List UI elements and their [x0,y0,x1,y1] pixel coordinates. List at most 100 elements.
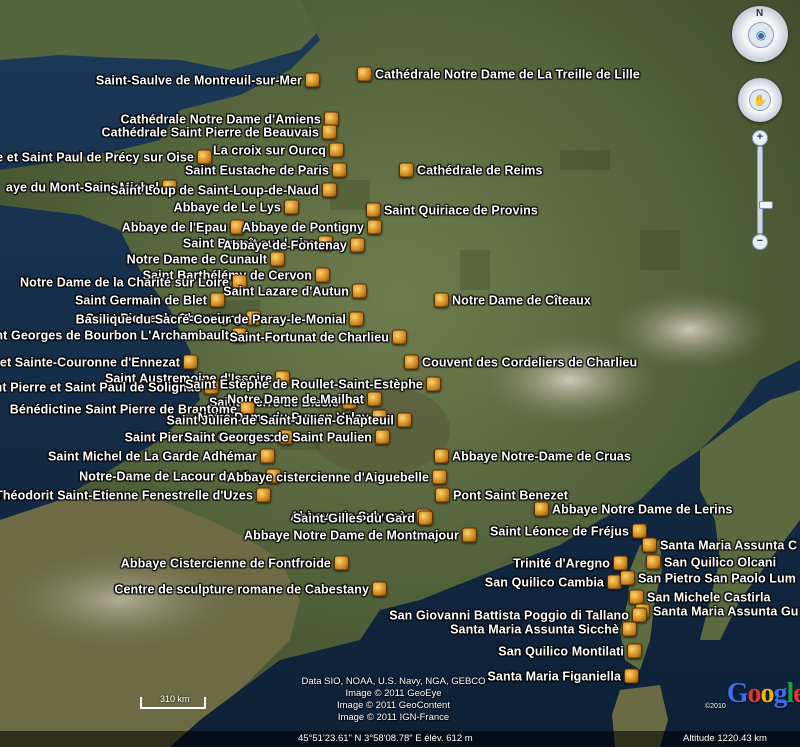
placemark[interactable]: Abbaye Notre Dame de Montmajour [241,527,477,543]
placemark[interactable]: San Quilico Montilati [495,643,642,659]
placemark-label[interactable]: Trinité d'Aregno [513,556,610,570]
placemark-icon[interactable] [322,182,337,198]
placemark-label[interactable]: San Quilico Cambia [485,575,604,589]
placemark-icon[interactable] [329,142,344,158]
placemark-icon[interactable] [357,66,372,82]
placemark-icon[interactable] [260,448,275,464]
zoom-out-button[interactable]: − [752,234,768,250]
zoom-slider[interactable]: + − [752,130,773,250]
placemark[interactable]: Saint Léonce de Fréjus [487,523,647,539]
placemark[interactable]: San Giovanni Battista Poggio di Tallano [386,607,647,623]
placemark-label[interactable]: Abbaye Notre Dame de Lerins [552,502,733,516]
placemark-icon[interactable] [349,311,364,327]
placemark[interactable]: San Quilico Cambia [482,574,622,590]
placemark-label[interactable]: Basilique du Sacré-Coeur de Paray-le-Mon… [76,312,346,326]
placemark-icon[interactable] [613,555,628,571]
placemark[interactable]: Notre Dame de la Charité sur Loire [17,274,247,290]
placemark[interactable]: Saint Estèphe de Roullet-Saint-Estèphe [182,376,441,392]
placemark-label[interactable]: Saint Léonce de Fréjus [490,524,629,538]
placemark-label[interactable]: Saint Georges de Bourbon L'Archambault [0,328,229,342]
placemark-label[interactable]: Saint Pierre et Saint Paul de Solignac [0,380,201,394]
placemark-icon[interactable] [432,469,447,485]
placemark-icon[interactable] [435,487,450,503]
placemark[interactable]: Saint-Théodorit Saint-Etienne Fenestrell… [0,487,271,503]
placemark-label[interactable]: San Quilico Montilati [498,644,624,658]
placemark[interactable]: Notre Dame de Cunault [124,251,285,267]
placemark-icon[interactable] [352,283,367,299]
placemark-icon[interactable] [332,162,347,178]
placemark-icon[interactable] [627,643,642,659]
placemark-label[interactable]: Abbaye Notre Dame de Montmajour [244,528,459,542]
map-view[interactable]: Saint-Saulve de Montreuil-sur-Mer Cathédr… [0,0,800,747]
placemark-icon[interactable] [375,429,390,445]
placemark-label[interactable]: Saint Germain de Blet [75,293,207,307]
placemark[interactable]: San Quilico Olcani [646,554,779,570]
placemark-icon[interactable] [350,237,365,253]
placemark-label[interactable]: Abbaye Notre-Dame de Cruas [452,449,631,463]
placemark-label[interactable]: San Giovanni Battista Poggio di Tallano [389,608,629,622]
placemark-label[interactable]: Saint Georges de Saint Paulien [184,430,372,444]
placemark-icon[interactable] [622,621,637,637]
placemark-label[interactable]: Saint Quiriace de Provins [384,203,538,217]
hand-icon[interactable]: ✋ [749,89,771,111]
placemark[interactable]: Saint-Gilles du Gard [290,510,433,526]
placemark[interactable]: La croix sur Ourcq [210,142,344,158]
placemark-label[interactable]: Saint-Saulve de Montreuil-sur-Mer [96,73,302,87]
placemark-icon[interactable] [462,527,477,543]
placemark[interactable]: Abbaye Notre-Dame de Cruas [434,448,634,464]
placemark-icon[interactable] [404,354,419,370]
placemark-icon[interactable] [632,607,647,623]
placemark[interactable]: Saint Quiriace de Provins [366,202,541,218]
placemark[interactable]: Saint Pierre et Saint Paul de Précy sur … [0,149,212,165]
north-indicator[interactable]: N [756,8,763,19]
placemark[interactable]: Saint Eustache de Paris [182,162,347,178]
placemark-label[interactable]: Cathédrale Saint Pierre de Beauvais [102,125,319,139]
placemark-label[interactable]: Saint Pierre et Saint Paul de Précy sur … [0,150,194,164]
placemark[interactable]: Trinité d'Aregno [510,555,628,571]
placemark-label[interactable]: Abbaye Cistercienne de Fontfroide [121,556,331,570]
placemark[interactable]: Saint-Fortunat de Charlieu [226,329,407,345]
placemark[interactable]: Centre de sculpture romane de Cabestany [111,581,387,597]
placemark-icon[interactable] [620,570,635,586]
placemark[interactable]: Cathédrale de Reims [399,162,546,178]
placemark[interactable]: Saint Loup de Saint-Loup-de-Naud [107,182,337,198]
look-control[interactable]: N ◉ [732,6,788,62]
placemark-icon[interactable] [284,199,299,215]
placemark-label[interactable]: San Quilico Olcani [664,555,776,569]
placemark-icon[interactable] [629,589,644,605]
placemark-icon[interactable] [367,391,382,407]
placemark-label[interactable]: Saint Estèphe de Roullet-Saint-Estèphe [185,377,423,391]
placemark-icon[interactable] [372,581,387,597]
placemark-label[interactable]: Abbaye de l'Epau [122,220,227,234]
placemark-icon[interactable] [418,510,433,526]
placemark-label[interactable]: Abbaye de Le Lys [174,200,281,214]
placemark-label[interactable]: Couvent des Cordeliers de Charlieu [422,355,637,369]
placemark-icon[interactable] [534,501,549,517]
eye-icon[interactable]: ◉ [748,22,774,48]
placemark[interactable]: Abbaye de l'Epau [119,219,245,235]
placemark-label[interactable]: Saint Eustache de Paris [185,163,329,177]
placemark[interactable]: Santa Maria Assunta Sicchè [447,621,637,637]
placemark[interactable]: Saint-Saulve de Montreuil-sur-Mer [93,72,320,88]
placemark-label[interactable]: Santa Maria Assunta C [660,538,797,552]
placemark-icon[interactable] [256,487,271,503]
placemark[interactable]: Saint Lazare d'Autun [220,283,367,299]
placemark-icon[interactable] [434,448,449,464]
placemark-label[interactable]: Saint Lazare d'Autun [223,284,349,298]
placemark[interactable]: San Pietro San Paolo Lum [620,570,799,586]
zoom-in-button[interactable]: + [752,130,768,146]
placemark-icon[interactable] [426,376,441,392]
placemark[interactable]: Couvent des Cordeliers de Charlieu [404,354,640,370]
placemark-label[interactable]: Saint-Gilles du Gard [293,511,415,525]
zoom-track[interactable] [757,146,773,234]
placemark-label[interactable]: Abbaye de Pontigny [242,220,364,234]
placemark-label[interactable]: Collégiale Saint-Victor et Sainte-Couron… [0,355,180,369]
placemark-label[interactable]: Abbaye de Fontenay [223,238,347,252]
placemark[interactable]: Saint Georges de Bourbon L'Archambault [0,327,247,343]
placemark-icon[interactable] [322,124,337,140]
placemark[interactable]: Pont Saint Benezet [435,487,571,503]
placemark-label[interactable]: Notre Dame de Cunault [127,252,267,266]
placemark-icon[interactable] [270,251,285,267]
placemark-icon[interactable] [399,162,414,178]
placemark[interactable]: Abbaye Notre Dame de Lerins [534,501,736,517]
